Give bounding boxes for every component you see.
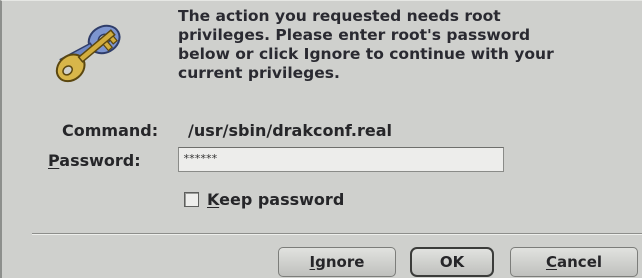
cancel-button[interactable]: Cancel <box>510 247 638 277</box>
ok-button[interactable]: OK <box>410 247 494 277</box>
keep-password-option[interactable]: Keep password <box>184 190 344 209</box>
message-line: The action you requested needs root <box>178 7 501 25</box>
command-value: /usr/sbin/drakconf.real <box>188 121 393 140</box>
cancel-text: ancel <box>557 253 603 271</box>
message-line: privileges. Please enter root's password <box>178 26 531 44</box>
password-mnemonic: P <box>48 151 60 170</box>
keep-password-checkbox[interactable] <box>184 192 199 207</box>
keep-password-text: eep password <box>219 190 345 209</box>
password-field[interactable]: ****** <box>178 147 504 172</box>
password-label-text: assword: <box>59 151 141 170</box>
dialog-message: The action you requested needs root priv… <box>178 7 608 83</box>
message-line: below or click Ignore to continue with y… <box>178 45 554 63</box>
keep-password-mnemonic: K <box>207 190 220 209</box>
separator <box>32 233 642 235</box>
password-label: Password: <box>48 151 141 170</box>
message-line: current privileges. <box>178 64 340 82</box>
cancel-mnemonic: C <box>545 253 557 271</box>
ignore-button[interactable]: Ignore <box>278 247 396 277</box>
keep-password-label[interactable]: Keep password <box>207 190 344 209</box>
root-password-dialog: The action you requested needs root priv… <box>0 0 642 278</box>
command-label: Command: <box>62 121 159 140</box>
keys-icon <box>55 24 121 83</box>
ignore-text: gnore <box>315 253 365 271</box>
